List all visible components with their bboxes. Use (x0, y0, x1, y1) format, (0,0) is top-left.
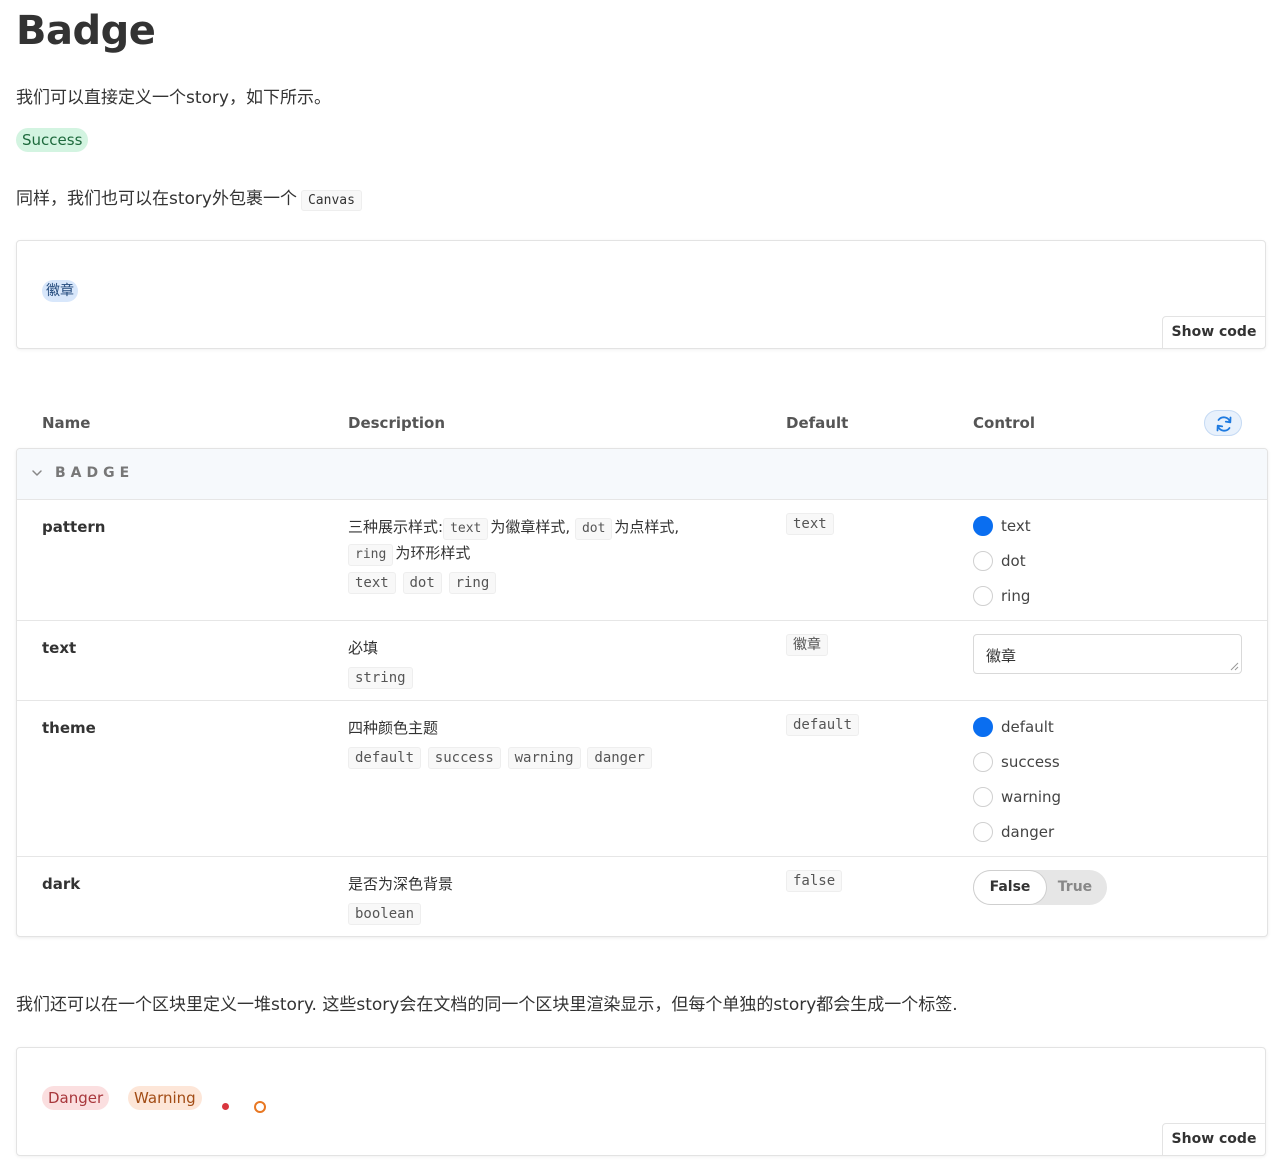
desc-code: dot (574, 518, 613, 540)
dark-control: False True (973, 870, 1107, 905)
desc-text: 为点样式, (614, 518, 680, 536)
arg-row-pattern: pattern 三种展示样式: text 为徽章样式, dot 为点样式, ring 为… (17, 500, 1267, 621)
show-code-button[interactable]: Show code (1162, 1123, 1266, 1156)
danger-badge: Danger (42, 1086, 110, 1110)
story-success: Success (16, 128, 89, 152)
radio-button[interactable] (973, 516, 993, 536)
arg-description: 四种颜色主题 default success warning danger (348, 715, 728, 770)
reset-controls-button[interactable] (1204, 410, 1242, 436)
default-code: false (786, 870, 843, 892)
header-default: Default (786, 414, 849, 432)
dot-badge (222, 1103, 229, 1110)
canvas-code: Canvas (300, 190, 362, 211)
type-code: string (348, 667, 413, 689)
show-code-button[interactable]: Show code (1162, 316, 1266, 349)
radio-label: success (1001, 753, 1060, 771)
radio-label: warning (1001, 788, 1062, 806)
arg-default: 徽章 (786, 634, 830, 656)
text-control: 徽章 (973, 634, 1242, 674)
arg-default: false (786, 870, 844, 892)
desc-code: ring (348, 544, 394, 566)
resize-grip-icon[interactable] (1229, 661, 1239, 671)
default-code: text (786, 513, 834, 535)
arg-default: text (786, 513, 836, 535)
success-badge: Success (16, 128, 89, 152)
radio-label: ring (1001, 587, 1031, 605)
page-title: Badge (16, 8, 156, 54)
boolean-toggle[interactable]: False True (973, 870, 1107, 905)
radio-label: danger (1001, 823, 1055, 841)
type-code: default (348, 747, 422, 769)
section-label: BADGE (55, 465, 135, 481)
radio-label: dot (1001, 552, 1026, 570)
desc-text: 四种颜色主题 (348, 719, 439, 737)
arg-name: pattern (42, 518, 106, 536)
type-code: success (427, 747, 501, 769)
text-input[interactable]: 徽章 (973, 634, 1242, 674)
canvas-intro: 同样，我们也可以在story外包裹一个 Canvas (16, 184, 362, 211)
radio-label: text (1001, 517, 1031, 535)
radio-button[interactable] (973, 822, 993, 842)
arg-name: theme (42, 719, 96, 737)
desc-text: 必填 (348, 639, 379, 657)
desc-code: text (443, 518, 489, 540)
text-input-value: 徽章 (986, 647, 1017, 665)
canvas-intro-text: 同样，我们也可以在story外包裹一个 (16, 189, 297, 209)
desc-text: 为环形样式 (395, 544, 471, 562)
radio-label: default (1001, 718, 1054, 736)
warning-badge: Warning (128, 1086, 202, 1110)
type-list: text dot ring (348, 569, 728, 595)
type-code: danger (587, 747, 652, 769)
type-code: boolean (348, 903, 422, 925)
chevron-down-icon (32, 470, 42, 476)
radio-button[interactable] (973, 717, 993, 737)
section-row-badge[interactable]: BADGE (17, 449, 1267, 500)
desc-text: 三种展示样式: (348, 518, 444, 536)
arg-description: 三种展示样式: text 为徽章样式, dot 为点样式, ring 为环形样式 tex… (348, 514, 728, 595)
arg-description: 是否为深色背景 boolean (348, 871, 728, 926)
arg-description: 必填 string (348, 635, 728, 690)
type-code: dot (402, 572, 442, 594)
radio-button[interactable] (973, 551, 993, 571)
arg-default: default (786, 714, 861, 736)
arg-name: text (42, 639, 77, 657)
desc-text: 为徽章样式, (490, 518, 571, 536)
header-control: Control (973, 414, 1036, 432)
default-code: 徽章 (786, 634, 828, 656)
toggle-true[interactable]: True (1045, 871, 1105, 904)
desc-text: 是否为深色背景 (348, 875, 454, 893)
type-code: ring (448, 572, 497, 594)
toggle-false[interactable]: False (974, 871, 1046, 904)
arg-row-theme: theme 四种颜色主题 default success warning dan… (17, 701, 1267, 857)
type-code: warning (507, 747, 581, 769)
default-badge: 徽章 (42, 280, 78, 302)
arg-row-dark: dark 是否为深色背景 boolean false False True (17, 857, 1267, 936)
header-name: Name (42, 414, 91, 432)
radio-button[interactable] (973, 586, 993, 606)
arg-name: dark (42, 875, 81, 893)
multi-story-intro: 我们还可以在一个区块里定义一堆story. 这些story会在文档的同一个区块里… (16, 995, 958, 1015)
refresh-icon (1216, 416, 1232, 432)
radio-button[interactable] (973, 752, 993, 772)
type-list: default success warning danger (348, 744, 728, 770)
default-code: default (786, 714, 860, 736)
canvas-preview-2: Danger Warning Show code (16, 1047, 1266, 1156)
arg-row-text: text 必填 string 徽章 徽章 (17, 621, 1267, 701)
args-table: BADGE pattern 三种展示样式: text 为徽章样式, dot 为点样式,… (16, 448, 1268, 937)
canvas-preview-1: 徽章 Show code (16, 240, 1266, 349)
intro-text: 我们可以直接定义一个story，如下所示。 (16, 88, 331, 108)
radio-button[interactable] (973, 787, 993, 807)
header-description: Description (348, 414, 446, 432)
ring-badge (254, 1101, 266, 1113)
type-code: text (348, 572, 396, 594)
